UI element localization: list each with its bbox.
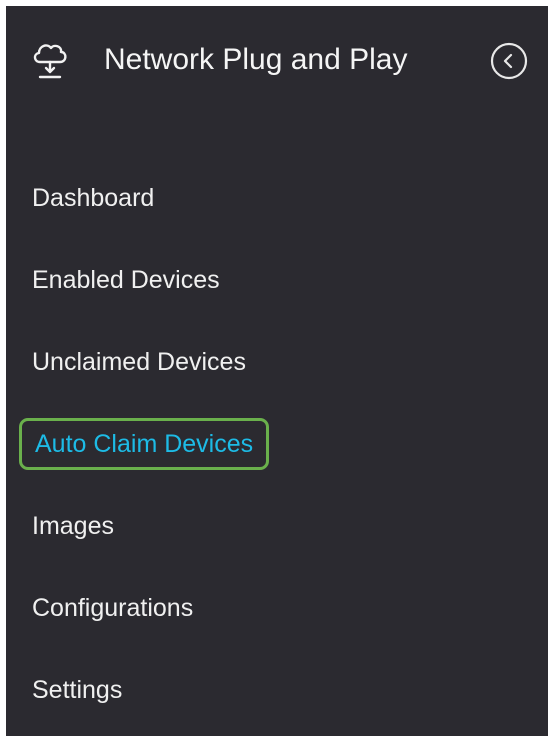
chevron-left-circle-icon xyxy=(489,42,529,85)
sidebar-item-label: Configurations xyxy=(32,593,194,622)
sidebar-item-label: Unclaimed Devices xyxy=(32,347,246,376)
sidebar-item-configurations[interactable]: Configurations xyxy=(32,583,193,633)
sidebar-header: Network Plug and Play xyxy=(6,6,548,114)
sidebar-item-unclaimed-devices[interactable]: Unclaimed Devices xyxy=(32,337,246,387)
sidebar-item-auto-claim-devices[interactable]: Auto Claim Devices xyxy=(19,418,270,470)
sidebar-item-label: Dashboard xyxy=(32,183,155,212)
sidebar-item-enabled-devices[interactable]: Enabled Devices xyxy=(32,255,220,305)
sidebar-item-label: Auto Claim Devices xyxy=(35,429,254,458)
collapse-sidebar-button[interactable] xyxy=(489,41,529,81)
sidebar: Network Plug and Play Dashboard Enabled … xyxy=(6,6,548,736)
app-title: Network Plug and Play xyxy=(104,43,408,76)
sidebar-item-settings[interactable]: Settings xyxy=(32,665,122,715)
sidebar-item-images[interactable]: Images xyxy=(32,501,114,551)
cloud-network-icon xyxy=(31,40,69,82)
sidebar-item-label: Images xyxy=(32,511,114,540)
sidebar-item-label: Settings xyxy=(32,675,123,704)
sidebar-item-dashboard[interactable]: Dashboard xyxy=(32,173,154,223)
sidebar-item-label: Enabled Devices xyxy=(32,265,220,294)
